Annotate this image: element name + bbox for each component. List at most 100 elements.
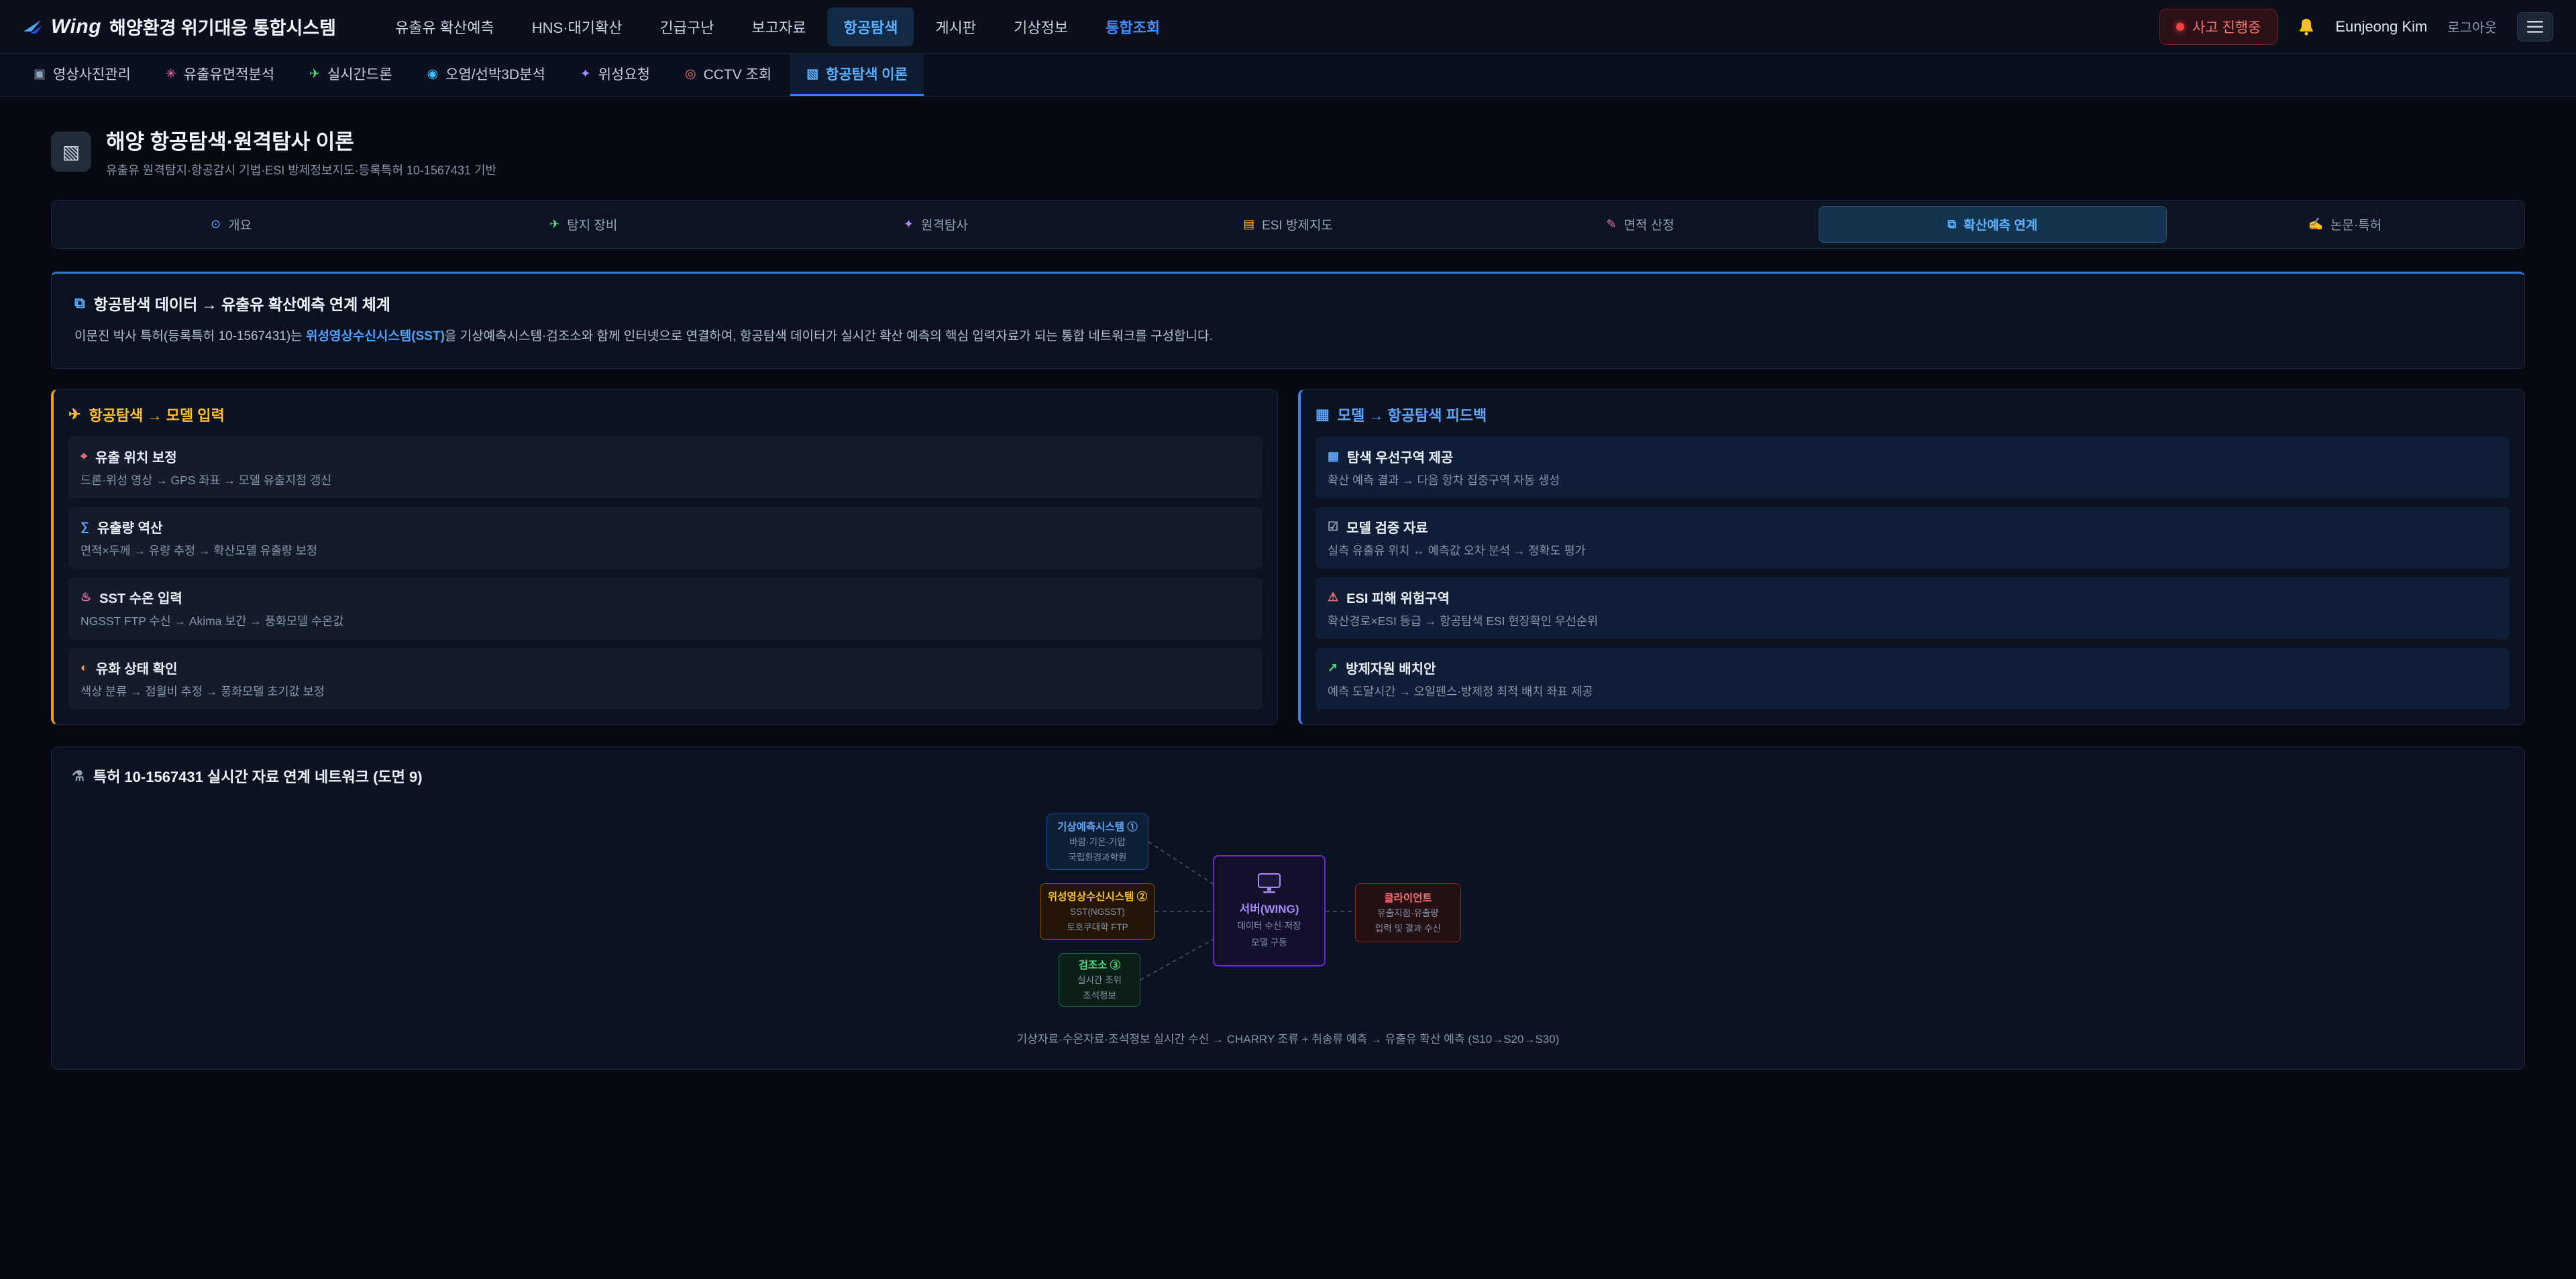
diagram-caption: 기상자료·수온자료·조석정보 실시간 수신 → CHARRY 조류 + 취송류 … [72,1030,2504,1046]
topbar-right: 사고 진행중 Eunjeong Kim 로그아웃 [2159,9,2553,45]
item-title: ESI 피해 위험구역 [1346,588,1450,607]
item-title: 유화 상태 확인 [96,658,178,677]
notification-bell-icon[interactable] [2298,17,2315,36]
node-line1: SST(NGSST) [1046,905,1149,919]
subtab-aerial-search-theory[interactable]: ▧ 항공탐색 이론 [790,54,924,96]
list-item-position-correction: ⌖ 유출 위치 보정 드론·위성 영상 → GPS 좌표 → 모델 유출지점 갱… [68,437,1263,498]
subtab-realtime-drone[interactable]: ✈ 실시간드론 [293,54,409,96]
nav-hns-atmosphere[interactable]: HNS·대기확산 [516,7,639,46]
node-line2: 조석정보 [1065,989,1134,1003]
nav-board[interactable]: 게시판 [919,7,992,46]
card-title: ▦ 모델 → 항공탐색 피드백 [1316,404,2510,425]
list-item-priority-zone: ▦ 탐색 우선구역 제공 확산 예측 결과 → 다음 항차 집중구역 자동 생성 [1316,437,2510,498]
incident-dot-icon [2176,23,2184,31]
sst-system-link[interactable]: 위성영상수신시스템(SST) [306,329,445,343]
map-icon: ▤ [1243,217,1254,231]
node-line2: 입력 및 결과 수신 [1361,922,1455,936]
network-heading: ⚗ 특허 10-1567431 실시간 자료 연계 네트워크 (도면 9) [72,765,2504,787]
list-item-emulsion-state: ◐ 유화 상태 확인 색상 분류 → 점월비 추정 → 풍화모델 초기값 보정 [68,648,1263,710]
subtab-label: 오염/선박3D분석 [445,64,545,84]
item-desc: 확산 예측 결과 → 다음 항차 집중구역 자동 생성 [1328,471,2498,488]
nav-reports[interactable]: 보고자료 [736,7,822,46]
linkage-paragraph: 이문진 박사 특허(등록특허 10-1567431)는 위성영상수신시스템(SS… [74,326,2502,347]
card-item-list: ⌖ 유출 위치 보정 드론·위성 영상 → GPS 좌표 → 모델 유출지점 갱… [68,437,1263,710]
subtab-oil-area-analysis[interactable]: ✳ 유출유면적분석 [150,54,290,96]
patent-network-panel: ⚗ 특허 10-1567431 실시간 자료 연계 네트워크 (도면 9) 기상… [51,746,2525,1070]
subtab-satellite-request[interactable]: ✦ 위성요청 [564,54,666,96]
temperature-icon: ♨ [80,590,91,604]
tab-detection-equipment[interactable]: ✈ 탐지 장비 [409,206,757,243]
checklist-icon: ☑ [1328,520,1338,534]
satellite-icon: ✦ [904,217,914,231]
subtab-pollution-ship-3d[interactable]: ◉ 오염/선박3D분석 [411,54,561,96]
subnav: ▣ 영상사진관리 ✳ 유출유면적분석 ✈ 실시간드론 ◉ 오염/선박3D분석 ✦… [0,54,2576,97]
wing-logo-icon [23,19,43,34]
drone-icon: ✈ [309,66,320,82]
image-icon: ▣ [34,66,46,82]
papers-icon: ✍ [2308,217,2323,231]
node-line1: 실시간 조위 [1065,974,1134,987]
cctv-icon: ◎ [685,66,696,82]
subtab-label: 유출유면적분석 [184,64,274,84]
tab-label: 확산예측 연계 [1964,215,2037,233]
hamburger-menu-button[interactable] [2517,12,2553,42]
system-title: 해양환경 위기대응 통합시스템 [109,13,336,40]
page-title: 해양 항공탐색·원격탐사 이론 [106,125,496,155]
monitor-icon [1220,873,1319,894]
item-desc: 예측 도달시간 → 오일펜스·방제정 최적 배치 좌표 제공 [1328,683,2498,700]
user-name: Eunjeong Kim [2335,18,2427,36]
nav-weather-info[interactable]: 기상정보 [998,7,1084,46]
tab-overview[interactable]: ⊙ 개요 [57,206,405,243]
linkage-intro-panel: ⧉ 항공탐색 데이터 → 유출유 확산예측 연계 체계 이문진 박사 특허(등록… [51,272,2525,369]
overview-icon: ⊙ [211,217,221,231]
node-satellite-receiver: 위성영상수신시스템 ② SST(NGSST) 토호쿠대학 FTP [1040,883,1155,940]
subtab-label: 항공탐색 이론 [826,64,908,84]
alert-icon: ⚠ [1328,590,1338,604]
subtab-label: 영상사진관리 [53,64,131,84]
linkage-heading-text: 항공탐색 데이터 → 유출유 확산예측 연계 체계 [94,292,390,315]
item-desc: 실측 유출유 위치 ↔ 예측값 오차 분석 → 정확도 평가 [1328,542,2498,559]
network-heading-text: 특허 10-1567431 실시간 자료 연계 네트워크 (도면 9) [93,765,423,787]
item-title: 모델 검증 자료 [1346,517,1428,537]
node-title: 클라이언트 [1361,890,1455,905]
item-desc: 색상 분류 → 점월비 추정 → 풍화모델 초기값 보정 [80,683,1250,700]
subtab-cctv-view[interactable]: ◎ CCTV 조회 [669,54,788,96]
node-line1: 데이터 수신·저장 [1220,920,1319,933]
list-item-esi-risk-zone: ⚠ ESI 피해 위험구역 확산경로×ESI 등급 → 항공탐색 ESI 현장확… [1316,577,2510,639]
nav-integrated-search[interactable]: 통합조회 [1089,7,1176,46]
link-icon: ⧉ [1947,217,1956,231]
item-title: 유출 위치 보정 [95,447,177,466]
tab-label: 면적 산정 [1624,215,1674,233]
subtab-image-photo-management[interactable]: ▣ 영상사진관리 [17,54,147,96]
item-title: 유출량 역산 [97,517,163,537]
tab-area-calculation[interactable]: ✎ 면적 산정 [1466,206,1815,243]
node-tide-station: 검조소 ③ 실시간 조위 조석정보 [1059,953,1140,1007]
tab-papers-patents[interactable]: ✍ 논문·특허 [2171,206,2519,243]
logout-button[interactable]: 로그아웃 [2447,17,2497,36]
item-desc: NGSST FTP 수신 → Akima 보간 → 풍화모델 수온값 [80,612,1250,629]
tab-prediction-linkage[interactable]: ⧉ 확산예측 연계 [1819,206,2167,243]
analysis-icon: ✳ [166,66,176,82]
list-item-sst-input: ♨ SST 수온 입력 NGSST FTP 수신 → Akima 보간 → 풍화… [68,577,1263,639]
paragraph-text: 을 기상예측시스템·검조소와 함께 인터넷으로 연결하여, 항공탐색 데이터가 … [445,329,1213,343]
tab-esi-map[interactable]: ▤ ESI 방제지도 [1114,206,1462,243]
nav-emergency-rescue[interactable]: 긴급구난 [644,7,731,46]
hamburger-icon [2527,21,2543,33]
brand: Wing 해양환경 위기대응 통합시스템 [23,13,336,40]
card-item-list: ▦ 탐색 우선구역 제공 확산 예측 결과 → 다음 항차 집중구역 자동 생성… [1316,437,2510,710]
nav-aerial-search[interactable]: 항공탐색 [827,7,914,46]
incident-status-badge[interactable]: 사고 진행중 [2159,9,2277,45]
pencil-icon: ✎ [1606,217,1616,231]
linkage-cards: ✈ 항공탐색 → 모델 입력 ⌖ 유출 위치 보정 드론·위성 영상 → GPS… [51,389,2525,725]
list-item-model-validation: ☑ 모델 검증 자료 실측 유출유 위치 ↔ 예측값 오차 분석 → 정확도 평… [1316,507,2510,569]
topbar: Wing 해양환경 위기대응 통합시스템 유출유 확산예측 HNS·대기확산 긴… [0,0,2576,54]
node-client: 클라이언트 유출지점·유출량 입력 및 결과 수신 [1355,883,1461,942]
node-line2: 토호쿠대학 FTP [1046,921,1149,934]
main-content: ▧ 해양 항공탐색·원격탐사 이론 유출유 원격탐지·항공감시 기법·ESI 방… [0,125,2576,1110]
node-title: 서버(WING) [1220,899,1319,916]
nav-spill-prediction[interactable]: 유출유 확산예측 [379,7,511,46]
node-line1: 바람·기온·기압 [1053,836,1142,849]
page-header: ▧ 해양 항공탐색·원격탐사 이론 유출유 원격탐지·항공감시 기법·ESI 방… [51,125,2525,178]
network-diagram: 기상예측시스템 ① 바람·기온·기압 국립환경과학원 위성영상수신시스템 ② S… [1040,814,1536,1009]
tab-remote-sensing[interactable]: ✦ 원격탐사 [761,206,1110,243]
